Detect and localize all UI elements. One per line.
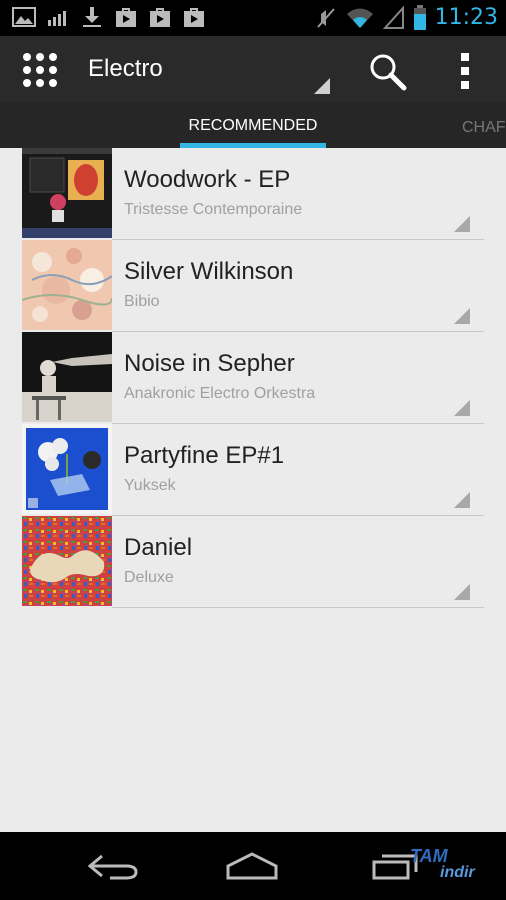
gallery-icon — [12, 7, 36, 27]
overflow-menu-icon[interactable] — [452, 50, 480, 92]
tab-recommended[interactable]: RECOMMENDED — [180, 102, 326, 148]
play-store-icon — [150, 8, 170, 27]
album-cover — [22, 148, 112, 238]
item-menu-indicator[interactable] — [454, 400, 470, 416]
divider — [112, 607, 484, 608]
album-cover — [22, 240, 112, 330]
album-title: Woodwork - EP — [124, 166, 291, 193]
system-icons: 11:23 — [315, 4, 498, 32]
status-time: 11:23 — [434, 5, 498, 30]
home-icon[interactable] — [224, 850, 280, 882]
play-store-icon — [184, 8, 204, 27]
album-title: Daniel — [124, 534, 193, 561]
spinner-dropdown-indicator[interactable] — [314, 78, 330, 94]
item-menu-indicator[interactable] — [454, 492, 470, 508]
action-bar: Electro — [0, 36, 506, 104]
album-artist: Tristesse Contemporaine — [124, 201, 303, 218]
album-artist: Bibio — [124, 293, 160, 310]
play-store-icon — [116, 8, 136, 27]
watermark: TAM indir — [396, 846, 492, 886]
tab-charts[interactable]: CHAF — [462, 118, 506, 138]
list-item[interactable]: Silver Wilkinson Bibio — [22, 240, 484, 332]
genre-spinner-title[interactable]: Electro — [88, 54, 163, 84]
album-cover — [22, 424, 112, 514]
cell-signal-icon — [382, 6, 404, 29]
album-artist: Anakronic Electro Orkestra — [124, 385, 316, 402]
download-icon — [83, 7, 101, 27]
list-item[interactable]: Woodwork - EP Tristesse Contemporaine — [22, 148, 484, 240]
notification-icons — [12, 6, 206, 28]
wifi-icon — [346, 8, 373, 28]
album-title: Noise in Sepher — [124, 350, 295, 377]
album-cover — [22, 332, 112, 422]
tab-strip: RECOMMENDED CHAF — [0, 102, 506, 148]
album-artist: Deluxe — [124, 569, 174, 586]
item-menu-indicator[interactable] — [454, 216, 470, 232]
back-icon[interactable] — [86, 850, 142, 882]
grid-apps-icon[interactable] — [22, 52, 58, 88]
tab-label: RECOMMENDED — [188, 117, 318, 134]
muted-icon — [316, 8, 335, 28]
search-icon[interactable] — [368, 52, 408, 92]
album-cover — [22, 516, 112, 606]
watermark-line2: indir — [440, 864, 475, 881]
album-title: Silver Wilkinson — [124, 258, 294, 285]
item-menu-indicator[interactable] — [454, 308, 470, 324]
album-list-container: Woodwork - EP Tristesse Contemporaine Si… — [0, 148, 506, 832]
status-bar: 11:23 — [0, 0, 506, 36]
signal-bars-icon — [48, 11, 66, 26]
battery-icon — [413, 5, 426, 30]
list-item[interactable]: Partyfine EP#1 Yuksek — [22, 424, 484, 516]
album-artist: Yuksek — [124, 477, 176, 494]
album-title: Partyfine EP#1 — [124, 442, 285, 469]
item-menu-indicator[interactable] — [454, 584, 470, 600]
album-list: Woodwork - EP Tristesse Contemporaine Si… — [22, 148, 484, 608]
list-item[interactable]: Daniel Deluxe — [22, 516, 484, 608]
list-item[interactable]: Noise in Sepher Anakronic Electro Orkest… — [22, 332, 484, 424]
